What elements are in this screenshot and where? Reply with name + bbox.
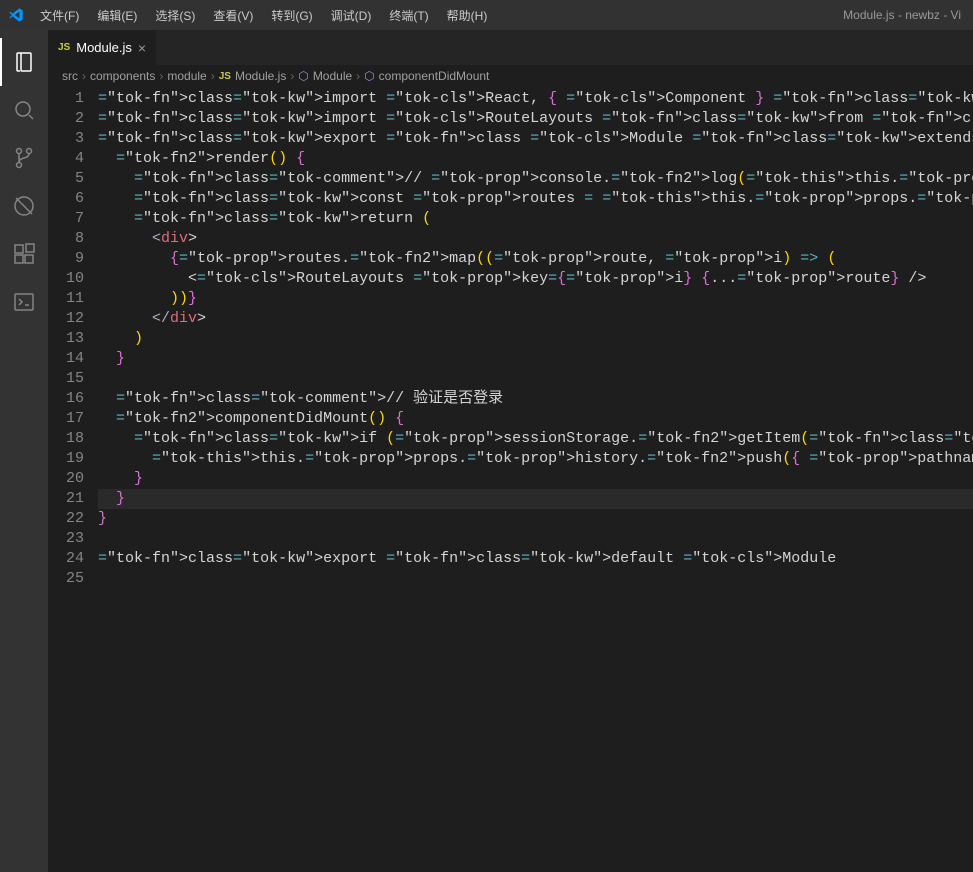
activity-bar [0, 30, 48, 872]
code-line[interactable]: ="tok-fn2">componentDidMount() { [98, 409, 973, 429]
breadcrumb-separator-icon: › [356, 69, 360, 83]
line-number: 25 [48, 569, 84, 589]
menu-item[interactable]: 选择(S) [147, 3, 203, 28]
line-number: 23 [48, 529, 84, 549]
breadcrumb-item[interactable]: components [90, 69, 155, 83]
menu-item[interactable]: 终端(T) [381, 3, 436, 28]
breadcrumb-separator-icon: › [159, 69, 163, 83]
editor-area: JS Module.js × src › components › module › JS M… [48, 30, 973, 872]
code-line[interactable]: ="tok-fn">class="tok-kw">export ="tok-fn… [98, 129, 973, 149]
line-number: 8 [48, 229, 84, 249]
js-icon: JS [219, 71, 231, 82]
line-number: 3 [48, 129, 84, 149]
explorer-icon[interactable] [0, 38, 48, 86]
line-number: 18 [48, 429, 84, 449]
extensions-icon[interactable] [0, 230, 48, 278]
line-number: 24 [48, 549, 84, 569]
breadcrumb[interactable]: src › components › module › JS Module.js › ⬡ Modul… [48, 65, 973, 87]
menu-item[interactable]: 调试(D) [323, 3, 380, 28]
line-number: 4 [48, 149, 84, 169]
breadcrumb-separator-icon: › [82, 69, 86, 83]
code-line[interactable]: ="tok-fn">class="tok-comment">// 验证是否登录 [98, 389, 973, 409]
code-editor[interactable]: 1234567891011121314151617181920212223242… [48, 87, 973, 872]
terminal-panel-icon[interactable] [0, 278, 48, 326]
code-line[interactable]: ="tok-fn">class="tok-kw">import ="tok-cl… [98, 89, 973, 109]
code-line[interactable]: ="tok-fn2">render() { [98, 149, 973, 169]
code-line[interactable]: ="tok-fn">class="tok-kw">export ="tok-fn… [98, 549, 973, 569]
code-line[interactable]: } [98, 489, 973, 509]
code-line[interactable] [98, 529, 973, 549]
line-number: 13 [48, 329, 84, 349]
breadcrumb-item[interactable]: src [62, 69, 78, 83]
line-number: 6 [48, 189, 84, 209]
code-line[interactable]: <div> [98, 229, 973, 249]
code-line[interactable] [98, 369, 973, 389]
code-line[interactable]: {="tok-prop">routes.="tok-fn2">map((="to… [98, 249, 973, 269]
code-line[interactable]: ="tok-fn">class="tok-kw">return ( [98, 209, 973, 229]
symbol-icon: ⬡ [364, 69, 374, 83]
line-number: 11 [48, 289, 84, 309]
menu-item[interactable]: 文件(F) [32, 3, 87, 28]
line-number: 9 [48, 249, 84, 269]
menu-item[interactable]: 查看(V) [205, 3, 261, 28]
breadcrumb-separator-icon: › [211, 69, 215, 83]
code-line[interactable]: ="tok-fn">class="tok-kw">const ="tok-pro… [98, 189, 973, 209]
code-line[interactable]: ="tok-fn">class="tok-kw">if (="tok-prop"… [98, 429, 973, 449]
tab-bar: JS Module.js × [48, 30, 973, 65]
menu-bar: 文件(F)编辑(E)选择(S)查看(V)转到(G)调试(D)终端(T)帮助(H) [32, 3, 495, 28]
code-line[interactable]: } [98, 509, 973, 529]
code-line[interactable]: <="tok-cls">RouteLayouts ="tok-prop">key… [98, 269, 973, 289]
line-number: 19 [48, 449, 84, 469]
search-icon[interactable] [0, 86, 48, 134]
menu-item[interactable]: 转到(G) [263, 3, 320, 28]
line-number: 14 [48, 349, 84, 369]
code-line[interactable]: ="tok-this">this.="tok-prop">props.="tok… [98, 449, 973, 469]
line-number: 20 [48, 469, 84, 489]
code-line[interactable] [98, 569, 973, 589]
source-control-icon[interactable] [0, 134, 48, 182]
breadcrumb-item[interactable]: module [167, 69, 206, 83]
code-line[interactable]: ) [98, 329, 973, 349]
main-area: 资源管理器 ▸ 打开的编辑器 ◢ NEWBZ ▸📁.vscode▸▣node_m… [0, 30, 973, 872]
menu-item[interactable]: 帮助(H) [439, 3, 496, 28]
editor-tab[interactable]: JS Module.js × [48, 30, 156, 65]
titlebar: 文件(F)编辑(E)选择(S)查看(V)转到(G)调试(D)终端(T)帮助(H)… [0, 0, 973, 30]
code-line[interactable]: ="tok-fn">class="tok-comment">// ="tok-p… [98, 169, 973, 189]
line-number: 2 [48, 109, 84, 129]
line-number: 5 [48, 169, 84, 189]
code-line[interactable]: } [98, 469, 973, 489]
line-number: 12 [48, 309, 84, 329]
breadcrumb-item[interactable]: Module.js [235, 69, 286, 83]
line-number: 15 [48, 369, 84, 389]
code-line[interactable]: } [98, 349, 973, 369]
window-title: Module.js - newbz - Vi [843, 8, 965, 22]
close-icon[interactable]: × [138, 40, 146, 56]
code-line[interactable]: ="tok-fn">class="tok-kw">import ="tok-cl… [98, 109, 973, 129]
line-gutter: 1234567891011121314151617181920212223242… [48, 87, 98, 872]
code-content[interactable]: ="tok-fn">class="tok-kw">import ="tok-cl… [98, 87, 973, 872]
line-number: 16 [48, 389, 84, 409]
line-number: 22 [48, 509, 84, 529]
vscode-icon [8, 7, 24, 23]
line-number: 1 [48, 89, 84, 109]
breadcrumb-item[interactable]: Module [313, 69, 352, 83]
code-line[interactable]: </div> [98, 309, 973, 329]
tab-label: Module.js [76, 40, 132, 55]
js-icon: JS [58, 42, 70, 53]
menu-item[interactable]: 编辑(E) [89, 3, 145, 28]
debug-icon[interactable] [0, 182, 48, 230]
code-line[interactable]: ))} [98, 289, 973, 309]
symbol-icon: ⬡ [298, 69, 308, 83]
breadcrumb-item[interactable]: componentDidMount [379, 69, 490, 83]
line-number: 10 [48, 269, 84, 289]
line-number: 21 [48, 489, 84, 509]
line-number: 7 [48, 209, 84, 229]
line-number: 17 [48, 409, 84, 429]
breadcrumb-separator-icon: › [290, 69, 294, 83]
